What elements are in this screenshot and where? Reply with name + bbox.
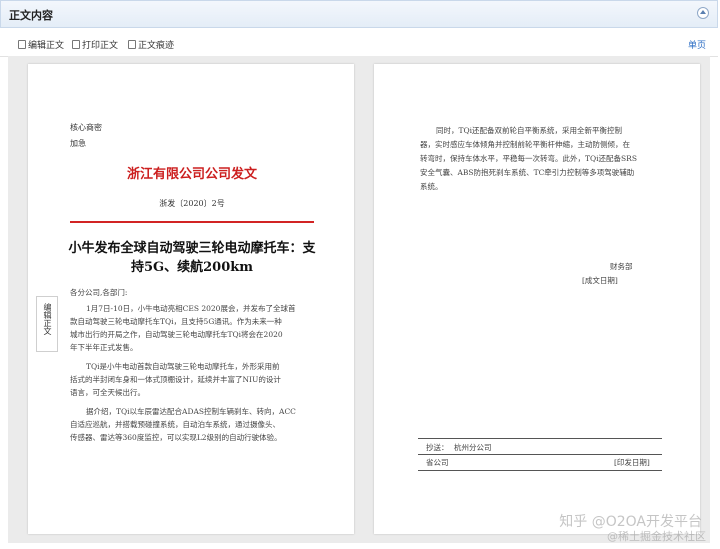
- print-document-button[interactable]: 打印正文: [72, 38, 118, 51]
- edit-document-button[interactable]: 编辑正文: [18, 38, 64, 51]
- doc-number: 浙发〔2020〕2号: [159, 199, 225, 208]
- body-line: 1月7日-10日，小牛电动亮相CES 2020展会，并发布了全球首: [86, 304, 296, 313]
- divider: [418, 470, 662, 471]
- body-line: TQi是小牛电动首款自动驾驶三轮电动摩托车，外形采用前: [86, 362, 280, 371]
- body-line: 据介绍，TQi以车辰雷达配合ADAS控制车辆刹车、转向，ACC: [86, 407, 296, 416]
- body-line: 自适应巡航，并搭载预碰撞系统，自动泊车系统，通过摄像头、: [70, 420, 280, 429]
- edit-icon: [18, 40, 26, 49]
- print-document-label: 打印正文: [82, 41, 119, 51]
- document-page-1: 核心商密 加急 浙江有限公司公司发文 浙发〔2020〕2号 小牛发布全球自动驾驶…: [28, 64, 354, 534]
- edit-document-label: 编辑正文: [28, 41, 65, 51]
- salutation: 各分公司,各部门:: [70, 288, 128, 297]
- body-line: 同时，TQi还配备双前轮自平衡系统，采用全新平衡控制: [436, 126, 623, 135]
- org-title: 浙江有限公司公司发文: [126, 167, 257, 182]
- red-divider: [70, 221, 314, 223]
- secret-level: 核心商密: [70, 123, 102, 132]
- revision-trace-button[interactable]: 正文痕迹: [128, 38, 174, 51]
- issuer: 省公司: [426, 458, 449, 467]
- body-line: 传感器、雷达等360度监控，可以实现L2级别的自动行驶体验。: [70, 433, 282, 442]
- document-page-2: 同时，TQi还配备双前轮自平衡系统，采用全新平衡控制 器，实时感应车体倾角并控制…: [374, 64, 700, 534]
- body-line: 城市出行的开局之作，自动驾驶三轮电动摩托车TQi将会在2020: [70, 330, 283, 339]
- collapse-icon[interactable]: [697, 7, 709, 19]
- print-date: [印发日期]: [614, 458, 650, 467]
- panel-header: 正文内容: [0, 0, 718, 28]
- body-line: 括式的半封闭车身和一体式顶棚设计，延续并丰富了NIU的设计: [70, 375, 281, 384]
- cc-label: 抄送：: [426, 443, 449, 452]
- revision-trace-label: 正文痕迹: [138, 41, 175, 51]
- document-viewer[interactable]: 核心商密 加急 浙江有限公司公司发文 浙发〔2020〕2号 小牛发布全球自动驾驶…: [8, 56, 710, 543]
- body-line: 年下半年正式发售。: [70, 343, 138, 352]
- single-page-link[interactable]: 单页: [688, 38, 706, 51]
- cc-value: 杭州分公司: [454, 443, 492, 452]
- body-line: 器，实时感应车体倾角并控制前轮平衡杆伸缩，主动防侧倾，在: [420, 140, 630, 149]
- divider: [418, 438, 662, 439]
- urgency-level: 加急: [70, 139, 86, 148]
- body-line: 语言，可全天候出行。: [70, 388, 145, 397]
- signer: 财务部: [610, 262, 633, 271]
- issue-date: [成文日期]: [582, 276, 618, 285]
- watermark-sub: @稀土掘金技术社区: [607, 530, 706, 543]
- body-line: 转弯时，保持车体水平，平稳每一次转弯。此外，TQi还配备SRS: [420, 154, 637, 163]
- toolbar: 编辑正文 打印正文 正文痕迹 单页: [0, 34, 718, 57]
- panel-title: 正文内容: [9, 9, 53, 22]
- body-line: 款自动驾驶三轮电动摩托车TQi，且支持5G通讯。作为未来一种: [70, 317, 282, 326]
- document-icon: [128, 40, 136, 49]
- print-icon: [72, 40, 80, 49]
- edit-document-side-tab[interactable]: 编辑正文: [36, 296, 58, 352]
- body-line: 安全气囊、ABS防抱死刹车系统、TC牵引力控制等多项驾驶辅助: [420, 168, 635, 177]
- document-headline: 小牛发布全球自动驾驶三轮电动摩托车：支持5G、续航200km: [68, 241, 316, 275]
- body-line: 系统。: [420, 182, 443, 191]
- divider: [418, 454, 662, 455]
